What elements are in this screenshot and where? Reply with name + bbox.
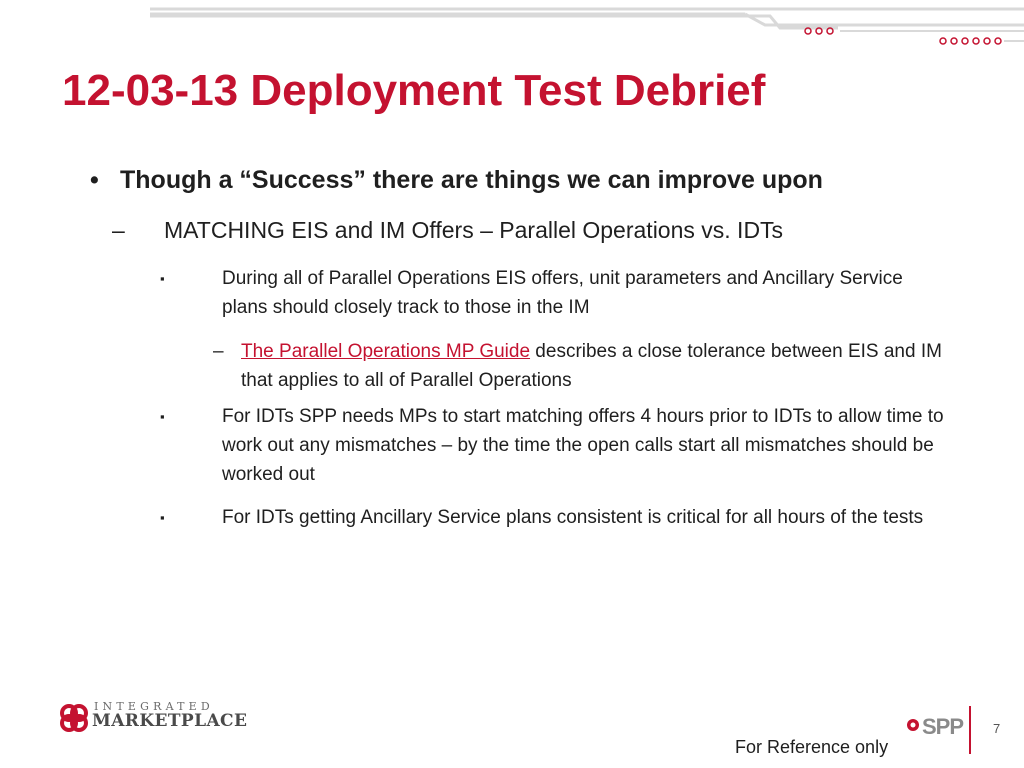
bullet-level3: ▪ During all of Parallel Operations EIS … <box>160 264 950 322</box>
square-bullet-icon: ▪ <box>160 510 165 525</box>
parallel-operations-guide-link[interactable]: The Parallel Operations MP Guide <box>241 341 530 362</box>
spp-logo-text: SPP <box>922 714 964 739</box>
dash-marker: – <box>112 217 125 243</box>
logo-text-bottom: MARKETPLACE <box>92 711 248 731</box>
bullet-level3: ▪ For IDTs SPP needs MPs to start matchi… <box>160 402 950 489</box>
bullet-level3: ▪ For IDTs getting Ancillary Service pla… <box>160 503 950 532</box>
bullet-marker: • <box>90 166 99 194</box>
footer-divider <box>969 706 971 754</box>
spp-star-icon <box>907 719 919 731</box>
slide-title: 12-03-13 Deployment Test Debrief <box>62 66 766 115</box>
bullet-text: During all of Parallel Operations EIS of… <box>222 268 903 318</box>
square-bullet-icon: ▪ <box>160 271 165 286</box>
square-bullet-icon: ▪ <box>160 409 165 424</box>
page-number: 7 <box>993 721 1001 736</box>
bullet-text: For IDTs SPP needs MPs to start matching… <box>222 406 944 485</box>
spp-logo: SPP <box>906 712 966 752</box>
footer-note: For Reference only <box>735 737 889 757</box>
bullet-text: MATCHING EIS and IM Offers – Parallel Op… <box>164 217 784 243</box>
integrated-marketplace-logo: INTEGRATED MARKETPLACE <box>58 698 258 738</box>
bullet-text: The Parallel Operations MP Guide describ… <box>241 337 943 395</box>
bullet-level4: – The Parallel Operations MP Guide descr… <box>213 337 943 395</box>
header-decoration <box>150 7 1024 45</box>
four-ring-knot-icon <box>60 704 88 732</box>
dash-marker: – <box>213 341 224 362</box>
bullet-text: For IDTs getting Ancillary Service plans… <box>222 507 924 528</box>
bullet-text: Though a “Success” there are things we c… <box>120 166 823 194</box>
